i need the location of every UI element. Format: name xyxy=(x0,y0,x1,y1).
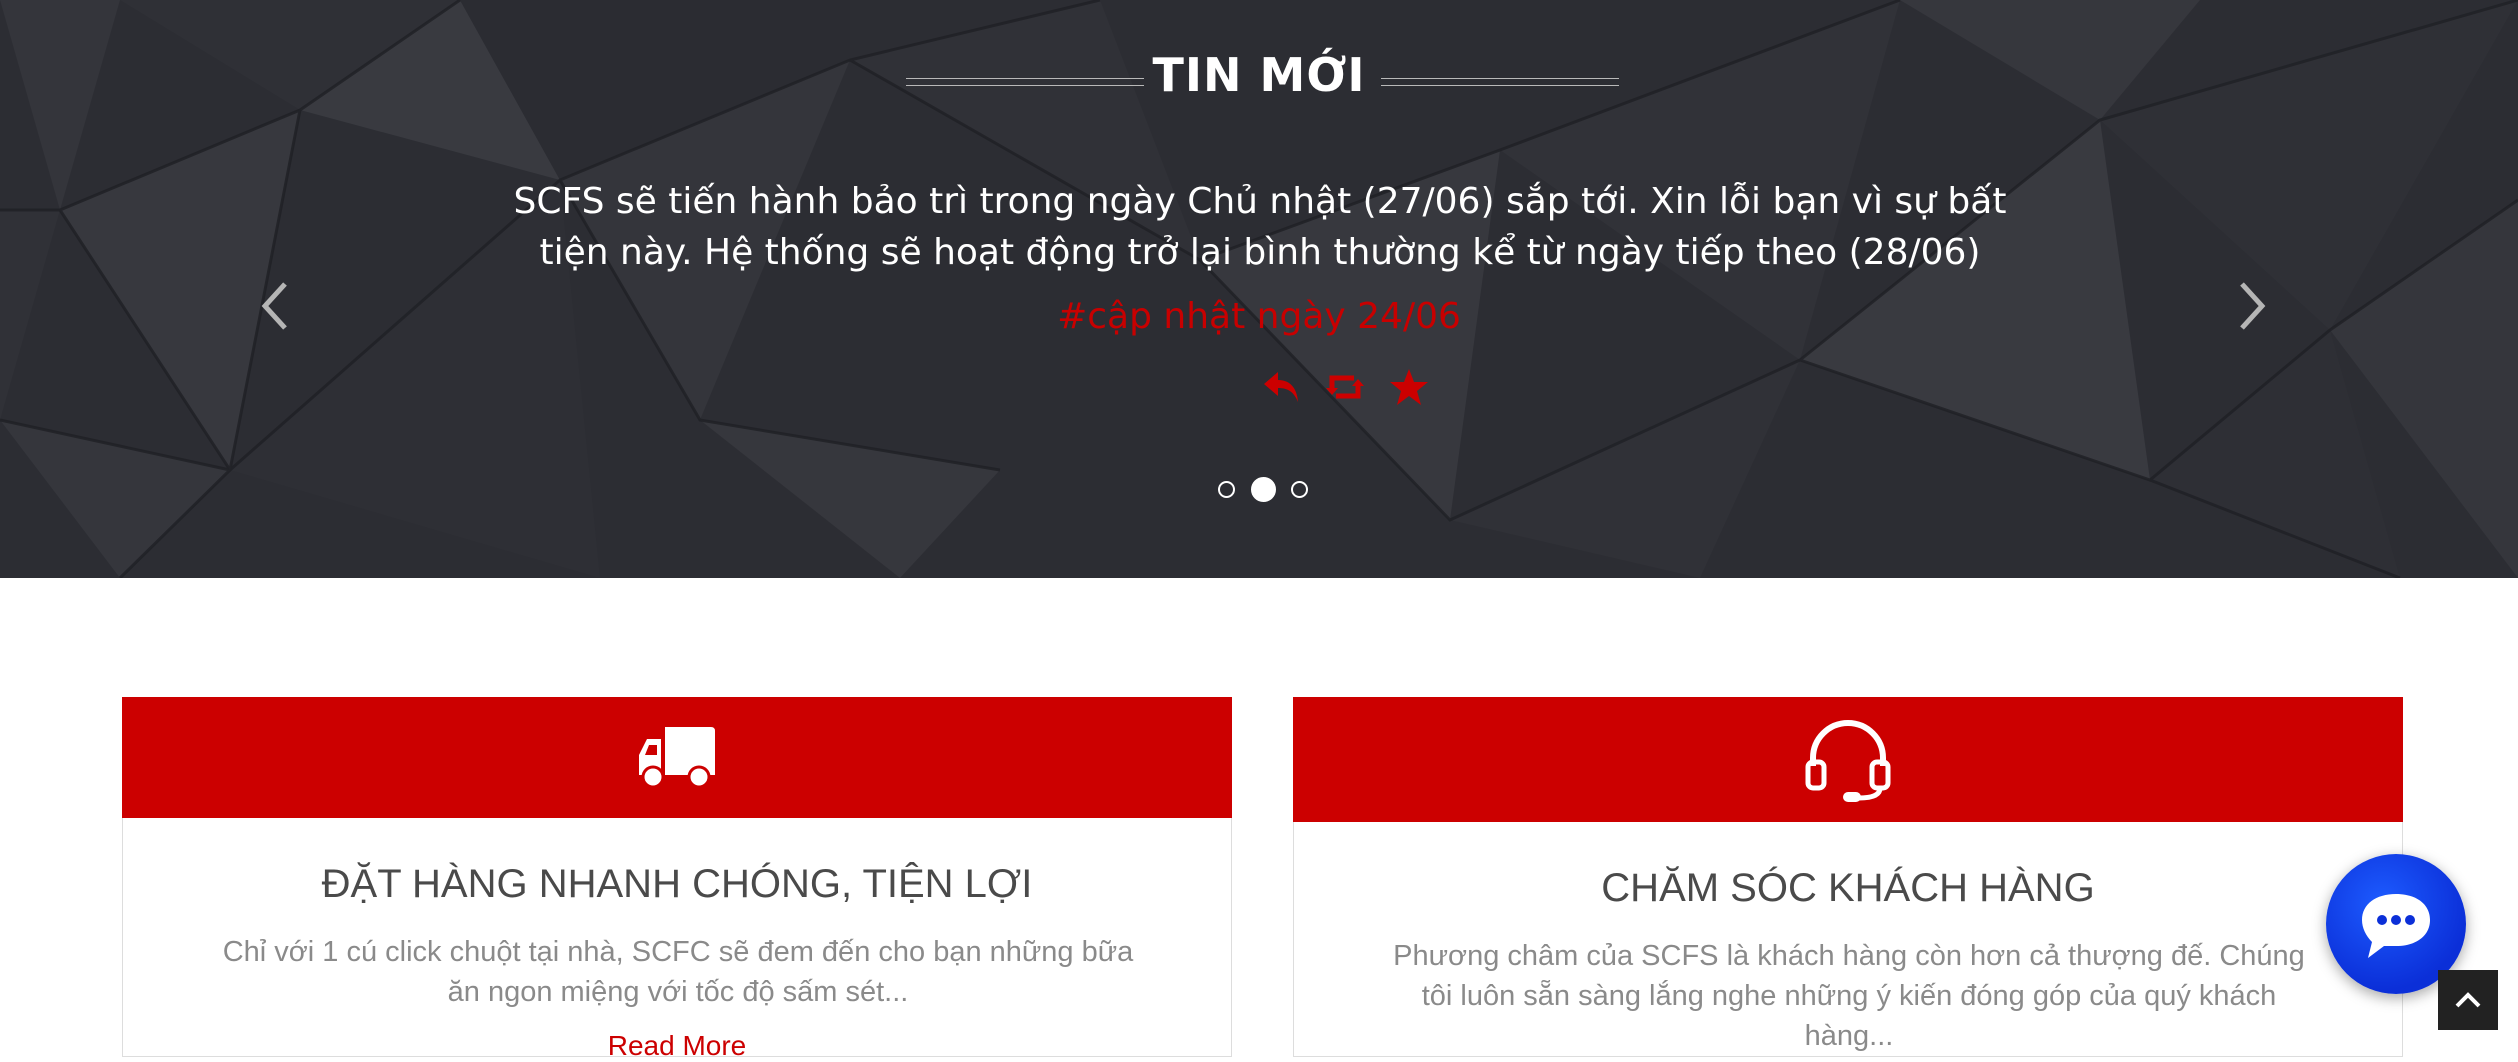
news-heading: TIN MỚI xyxy=(1152,48,1366,102)
card-title: ĐẶT HÀNG NHANH CHÓNG, TIỆN LỢI xyxy=(321,862,1033,906)
card-title: CHĂM SÓC KHÁCH HÀNG xyxy=(1601,866,2095,910)
card-header xyxy=(1293,697,2403,822)
reply-icon[interactable] xyxy=(1260,366,1302,408)
feature-card-ordering: ĐẶT HÀNG NHANH CHÓNG, TIỆN LỢI Chỉ với 1… xyxy=(122,697,1232,1061)
news-message: SCFS sẽ tiến hành bảo trì trong ngày Chủ… xyxy=(513,181,2007,273)
star-icon[interactable] xyxy=(1388,366,1430,408)
news-slider: TIN MỚI SCFS sẽ tiến hành bảo trì trong … xyxy=(0,0,2518,578)
slide-indicators xyxy=(1218,474,1308,504)
chevron-left-icon xyxy=(261,282,287,330)
chat-bubble-icon xyxy=(2362,894,2430,958)
slide-dot-3[interactable] xyxy=(1291,480,1308,498)
slide-dot-1[interactable] xyxy=(1218,480,1235,498)
card-description: Phương châm của SCFS là khách hàng còn h… xyxy=(1393,940,2305,1052)
back-to-top-button[interactable] xyxy=(2438,970,2498,1030)
news-actions xyxy=(1260,362,1430,412)
prev-slide-arrow[interactable] xyxy=(255,276,295,336)
card-description: Chỉ với 1 cú click chuột tại nhà, SCFC s… xyxy=(222,936,1134,1008)
slide-dot-2[interactable] xyxy=(1250,476,1276,502)
feature-card-support: CHĂM SÓC KHÁCH HÀNG Phương châm của SCFS… xyxy=(1293,697,2403,1057)
news-hashtag[interactable]: #cập nhật ngày 24/06 xyxy=(0,296,2518,337)
truck-icon xyxy=(639,726,715,788)
next-slide-arrow[interactable] xyxy=(2232,276,2272,336)
chevron-right-icon xyxy=(2240,282,2266,330)
read-more-link[interactable]: Read More xyxy=(123,1030,1231,1062)
card-header xyxy=(122,697,1232,818)
chevron-up-icon xyxy=(2455,992,2481,1008)
retweet-icon[interactable] xyxy=(1324,366,1366,408)
heading-rule-right xyxy=(1381,78,1619,86)
headset-icon xyxy=(1805,719,1891,802)
